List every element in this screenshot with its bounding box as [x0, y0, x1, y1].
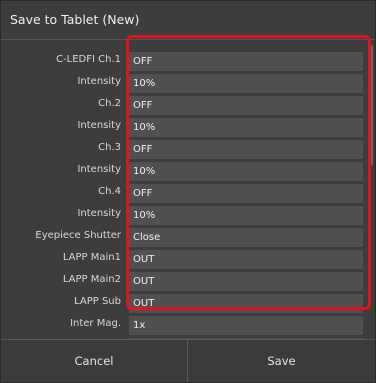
- save-to-tablet-dialog: Save to Tablet (New) C-LEDFI Ch.1 OFF In…: [0, 0, 376, 383]
- row-label: Intensity: [77, 76, 121, 87]
- row-label: Intensity: [77, 208, 121, 219]
- settings-row: Eyepiece Shutter Close: [1, 227, 375, 249]
- row-value-field[interactable]: OFF: [129, 52, 363, 71]
- row-value-field[interactable]: Close: [129, 228, 363, 247]
- dialog-title: Save to Tablet (New): [10, 12, 140, 27]
- row-label: Eyepiece Shutter: [35, 230, 121, 241]
- row-value-field[interactable]: 10%: [129, 162, 363, 181]
- settings-row: Ch.4 OFF: [1, 183, 375, 205]
- dialog-footer: Cancel Save: [1, 339, 375, 382]
- settings-row: Inter Mag. 1x: [1, 315, 375, 337]
- settings-list[interactable]: C-LEDFI Ch.1 OFF Intensity 10% Ch.2 OFF …: [1, 51, 375, 341]
- settings-row: Intensity 10%: [1, 117, 375, 139]
- settings-row: Intensity 10%: [1, 161, 375, 183]
- row-value-field[interactable]: OFF: [129, 96, 363, 115]
- row-value-field[interactable]: 1x: [129, 316, 363, 335]
- row-label: LAPP Main1: [62, 252, 121, 263]
- settings-row: Ch.2 OFF: [1, 95, 375, 117]
- scrollbar[interactable]: [370, 45, 373, 165]
- row-label: LAPP Sub: [74, 296, 121, 307]
- row-label: Inter Mag.: [70, 318, 121, 329]
- row-label: Ch.3: [98, 142, 121, 153]
- settings-row: Ch.3 OFF: [1, 139, 375, 161]
- row-label: Intensity: [77, 164, 121, 175]
- row-label: LAPP Main2: [62, 274, 121, 285]
- row-label: Intensity: [77, 120, 121, 131]
- row-value-field[interactable]: 10%: [129, 118, 363, 137]
- settings-row: Intensity 10%: [1, 205, 375, 227]
- save-button[interactable]: Save: [188, 340, 375, 382]
- row-value-field[interactable]: 10%: [129, 206, 363, 225]
- row-value-field[interactable]: OUT: [129, 250, 363, 269]
- row-label: Ch.4: [98, 186, 121, 197]
- settings-row: C-LEDFI Ch.1 OFF: [1, 51, 375, 73]
- row-value-field[interactable]: OUT: [129, 294, 363, 313]
- settings-row: LAPP Main1 OUT: [1, 249, 375, 271]
- settings-row: LAPP Sub OUT: [1, 293, 375, 315]
- row-value-field[interactable]: OFF: [129, 140, 363, 159]
- row-label: Ch.2: [98, 98, 121, 109]
- settings-row: Intensity 10%: [1, 73, 375, 95]
- cancel-button[interactable]: Cancel: [1, 340, 188, 382]
- row-label: C-LEDFI Ch.1: [56, 54, 121, 65]
- row-value-field[interactable]: OFF: [129, 184, 363, 203]
- row-value-field[interactable]: OUT: [129, 272, 363, 291]
- dialog-titlebar: Save to Tablet (New): [1, 1, 375, 40]
- row-value-field[interactable]: 10%: [129, 74, 363, 93]
- settings-row: LAPP Main2 OUT: [1, 271, 375, 293]
